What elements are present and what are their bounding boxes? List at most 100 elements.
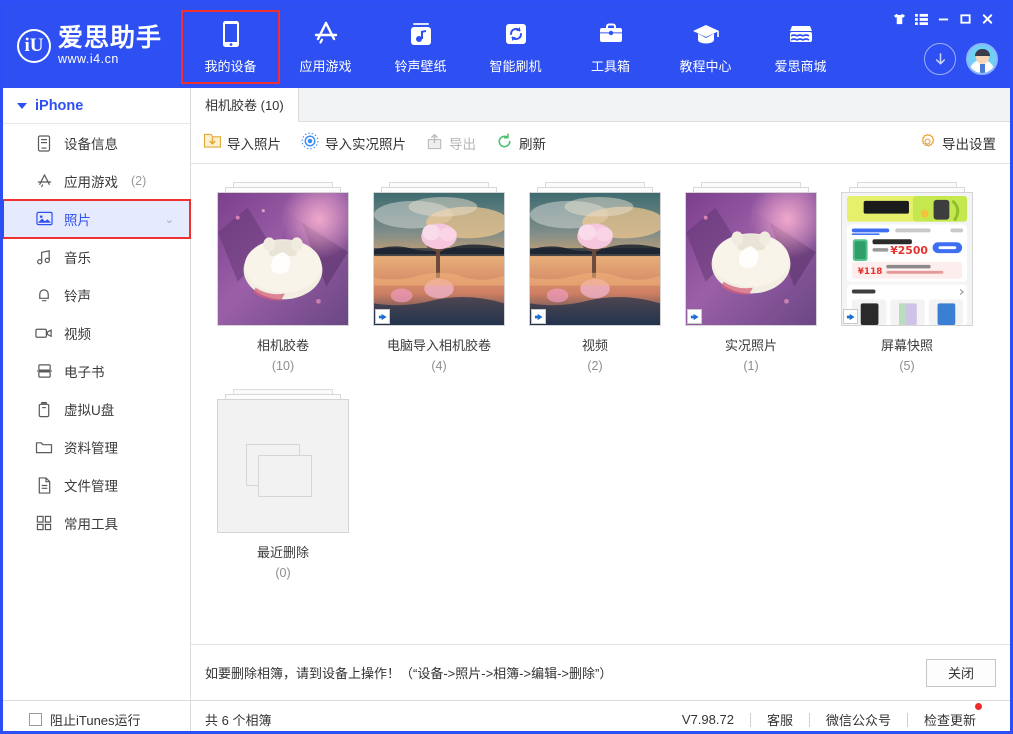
minimize-icon[interactable] <box>932 10 954 28</box>
albums-content: 相机胶卷 (10) 电脑导入相机胶卷 (4) 视频 (2) 实况照片 (1) ¥… <box>191 164 1010 644</box>
album-item[interactable]: 实况照片 (1) <box>673 182 829 373</box>
skin-icon[interactable] <box>888 10 910 28</box>
album-stack <box>529 182 661 326</box>
svg-text:¥2500: ¥2500 <box>890 244 928 257</box>
brand-name: 爱思助手 <box>58 23 163 53</box>
status-right-links: V7.98.72 客服 微信公众号 检查更新 <box>666 703 1010 729</box>
album-stack <box>685 182 817 326</box>
nav-label: 应用游戏 <box>299 58 352 74</box>
logo-text: 爱思助手 www.i4.cn <box>58 25 162 66</box>
import-photo-button[interactable]: 导入照片 <box>203 133 281 153</box>
import-live-photo-button[interactable]: 导入实况照片 <box>301 132 406 153</box>
app-header: iU 爱思助手 www.i4.cn 我的设备 应用游戏 铃声壁纸 智能刷机 工具… <box>3 3 1010 88</box>
sidebar-item-label: 电子书 <box>64 365 105 380</box>
export-settings-button[interactable]: 导出设置 <box>919 133 996 153</box>
album-name: 实况照片 <box>724 338 777 353</box>
status-bar: 阻止iTunes运行 共 6 个相簿 V7.98.72 客服 微信公众号 检查更… <box>3 700 1010 731</box>
music-note-icon <box>408 19 434 49</box>
album-thumbnail <box>217 399 349 533</box>
itunes-block-control[interactable]: 阻止iTunes运行 <box>3 701 191 731</box>
nav-label: 铃声壁纸 <box>394 58 447 74</box>
block-itunes-checkbox[interactable] <box>29 713 42 726</box>
refresh-button[interactable]: 刷新 <box>496 132 546 153</box>
notice-close-button[interactable]: 关闭 <box>926 658 996 687</box>
notice-text: 如要删除相簿，请到设备上操作！（“设备->照片->相簿->编辑->删除”） <box>205 666 613 681</box>
nav-item-tutorial-center[interactable]: 教程中心 <box>658 12 753 82</box>
nav-item-my-device[interactable]: 我的设备 <box>181 9 280 84</box>
main-nav: 我的设备 应用游戏 铃声壁纸 智能刷机 工具箱 教程中心 爱思商城 <box>181 3 1010 88</box>
albums-grid: 相机胶卷 (10) 电脑导入相机胶卷 (4) 视频 (2) 实况照片 (1) ¥… <box>191 182 1010 596</box>
sidebar-item-ringtones[interactable]: 铃声 <box>3 276 190 314</box>
version-label: V7.98.72 <box>681 712 734 727</box>
nav-item-toolbox[interactable]: 工具箱 <box>563 12 658 82</box>
main-panel: 相机胶卷 (10) 导入照片 导入实况照片 导出 刷新 导出设置 相机胶卷 (1… <box>191 88 1010 700</box>
album-item[interactable]: 相机胶卷 (10) <box>205 182 361 373</box>
album-item[interactable]: 视频 (2) <box>517 182 673 373</box>
album-thumbnail <box>373 192 505 326</box>
sidebar-item-apps-games[interactable]: 应用游戏 (2) <box>3 162 190 200</box>
nav-label: 工具箱 <box>590 58 630 74</box>
tab-camera-roll[interactable]: 相机胶卷 (10) <box>191 88 299 122</box>
nav-item-store[interactable]: 爱思商城 <box>753 12 848 82</box>
gear-icon <box>919 133 936 153</box>
maximize-icon[interactable] <box>954 10 976 28</box>
live-photo-icon <box>301 132 319 153</box>
toolbar-label: 刷新 <box>519 136 546 152</box>
wechat-official-link[interactable]: 微信公众号 <box>810 710 907 729</box>
photos-toolbar: 导入照片 导入实况照片 导出 刷新 导出设置 <box>191 122 1010 164</box>
sidebar-item-label: 视频 <box>64 327 91 342</box>
sidebar-item-ebooks[interactable]: 电子书 <box>3 352 190 390</box>
album-count: (1) <box>743 359 759 373</box>
svg-text:¥118: ¥118 <box>858 267 883 277</box>
sidebar-item-videos[interactable]: 视频 <box>3 314 190 352</box>
header-right-actions <box>924 43 998 75</box>
sidebar-item-device-info[interactable]: 设备信息 <box>3 124 190 162</box>
album-thumbnail <box>529 192 661 326</box>
app-logo[interactable]: iU 爱思助手 www.i4.cn <box>3 3 183 88</box>
grid-tools-icon <box>35 514 53 532</box>
sidebar-item-file-management[interactable]: 文件管理 <box>3 466 190 504</box>
chevron-down-icon <box>17 102 27 109</box>
store-icon <box>786 19 816 49</box>
chevron-down-icon: ⌄ <box>164 213 174 226</box>
sidebar-device-iphone[interactable]: iPhone <box>3 88 190 124</box>
appstore-icon <box>35 172 53 190</box>
user-avatar-icon[interactable] <box>966 43 998 75</box>
window-controls <box>888 10 998 28</box>
customer-service-link[interactable]: 客服 <box>751 710 809 729</box>
menu-icon[interactable] <box>910 10 932 28</box>
nav-item-smart-flash[interactable]: 智能刷机 <box>468 12 563 82</box>
sidebar-item-label: 资料管理 <box>64 441 118 456</box>
nav-label: 我的设备 <box>204 58 257 74</box>
album-stack <box>373 182 505 326</box>
download-arrow-icon[interactable] <box>924 43 956 75</box>
sidebar-item-data-management[interactable]: 资料管理 <box>3 428 190 466</box>
album-name: 最近删除 <box>256 545 309 560</box>
nav-item-apps-games[interactable]: 应用游戏 <box>278 12 373 82</box>
video-camera-icon <box>35 324 53 342</box>
album-item[interactable]: 电脑导入相机胶卷 (4) <box>361 182 517 373</box>
sidebar-item-photos[interactable]: 照片 ⌄ <box>3 199 191 239</box>
export-icon <box>426 133 443 153</box>
check-update-label: 检查更新 <box>923 713 976 728</box>
toolbox-icon <box>597 19 625 49</box>
graduation-cap-icon <box>691 19 721 49</box>
nav-item-ringtones-wallpapers[interactable]: 铃声壁纸 <box>373 12 468 82</box>
album-item[interactable]: 最近删除 (0) <box>205 389 361 580</box>
album-count: (0) <box>275 566 291 580</box>
album-name: 视频 <box>581 338 608 353</box>
sidebar-item-count: (2) <box>131 174 147 188</box>
app-body: iPhone 设备信息 应用游戏 (2) 照片 ⌄ 音乐 铃声 视频 电子书 虚… <box>3 88 1010 700</box>
file-icon <box>35 476 53 494</box>
sidebar-item-label: 文件管理 <box>64 479 118 494</box>
album-stack <box>217 182 349 326</box>
sidebar-item-common-tools[interactable]: 常用工具 <box>3 504 190 542</box>
sidebar-item-virtual-usb[interactable]: 虚拟U盘 <box>3 390 190 428</box>
sidebar-item-music[interactable]: 音乐 <box>3 238 190 276</box>
sidebar-item-label: 照片 <box>64 213 91 228</box>
album-item[interactable]: ¥2500 ¥118 屏幕快照 (5) <box>829 182 985 373</box>
close-icon[interactable] <box>976 10 998 28</box>
album-name: 电脑导入相机胶卷 <box>386 338 491 353</box>
check-update-link[interactable]: 检查更新 <box>908 703 992 729</box>
ebook-icon <box>35 362 53 380</box>
